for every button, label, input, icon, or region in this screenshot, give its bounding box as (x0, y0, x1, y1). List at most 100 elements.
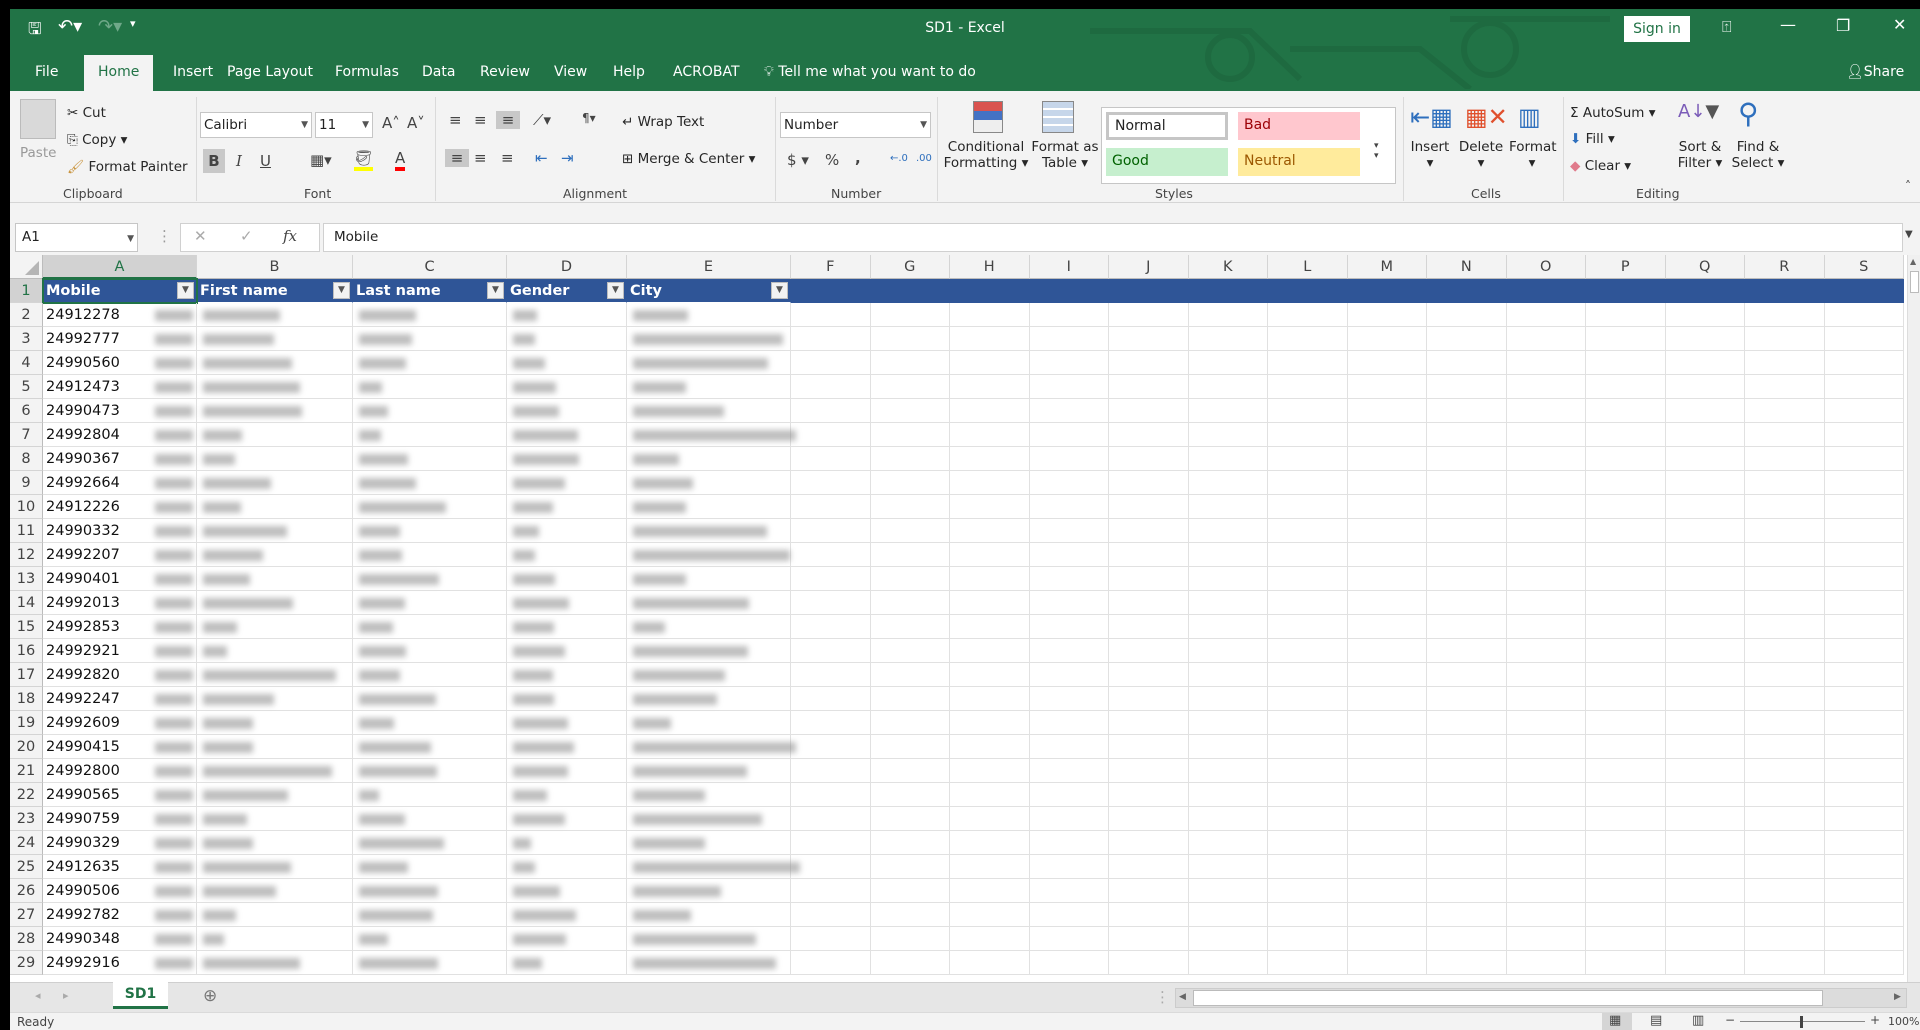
cell-m24[interactable] (1347, 831, 1427, 855)
fill-button[interactable]: ⬇ Fill ▾ (1570, 131, 1615, 147)
zoom-out-icon[interactable]: − (1725, 1013, 1735, 1027)
cell-j15[interactable] (1109, 615, 1189, 639)
cell-k10[interactable] (1188, 495, 1268, 519)
cell-m15[interactable] (1347, 615, 1427, 639)
cell-h22[interactable] (950, 783, 1030, 807)
cell-e2[interactable] (627, 303, 791, 327)
row-header[interactable]: 19 (10, 711, 43, 735)
cell-d29[interactable] (507, 951, 627, 975)
worksheet-grid[interactable]: ABCDEFGHIJKLMNOPQRS 1 Mobile ▼ First name ▼ L… (10, 255, 1920, 982)
cell-j8[interactable] (1109, 447, 1189, 471)
sheet-tab-sd1[interactable]: SD1 (113, 982, 168, 1009)
cell-f25[interactable] (791, 855, 871, 879)
cell-a9[interactable]: 24992664 (43, 471, 197, 495)
cell-s9[interactable] (1824, 471, 1904, 495)
cell-k7[interactable] (1188, 423, 1268, 447)
paste-icon[interactable] (20, 99, 56, 139)
bold-button[interactable]: B (203, 149, 225, 173)
tab-help[interactable]: Help (613, 55, 645, 91)
cell-a21[interactable]: 24992800 (43, 759, 197, 783)
cell-c18[interactable] (353, 687, 507, 711)
cell-j5[interactable] (1109, 375, 1189, 399)
cell-e21[interactable] (627, 759, 791, 783)
align-center-icon[interactable]: ≡ (474, 149, 487, 167)
cell-l29[interactable] (1268, 951, 1348, 975)
cell-g12[interactable] (870, 543, 950, 567)
cell-p27[interactable] (1586, 903, 1666, 927)
cell-d26[interactable] (507, 879, 627, 903)
cell-k19[interactable] (1188, 711, 1268, 735)
cell-q27[interactable] (1665, 903, 1745, 927)
format-as-table-button[interactable]: Format as Table ▾ (1031, 139, 1099, 171)
cell-a26[interactable]: 24990506 (43, 879, 197, 903)
cell-a11[interactable]: 24990332 (43, 519, 197, 543)
cell-o6[interactable] (1506, 399, 1586, 423)
cell-e18[interactable] (627, 687, 791, 711)
cell-l5[interactable] (1268, 375, 1348, 399)
cell-n21[interactable] (1427, 759, 1507, 783)
cell-a20[interactable]: 24990415 (43, 735, 197, 759)
style-good[interactable]: Good (1106, 148, 1228, 176)
cell-o16[interactable] (1506, 639, 1586, 663)
cell-j13[interactable] (1109, 567, 1189, 591)
row-header[interactable]: 18 (10, 687, 43, 711)
cell-i2[interactable] (1029, 303, 1109, 327)
cell-k5[interactable] (1188, 375, 1268, 399)
drag-handle-icon[interactable]: ⋮ (157, 227, 172, 245)
cell-f15[interactable] (791, 615, 871, 639)
cell-g22[interactable] (870, 783, 950, 807)
cell-l14[interactable] (1268, 591, 1348, 615)
cell-g23[interactable] (870, 807, 950, 831)
cell-e27[interactable] (627, 903, 791, 927)
cell-o11[interactable] (1506, 519, 1586, 543)
cell-l18[interactable] (1268, 687, 1348, 711)
find-select-button[interactable]: Find & Select ▾ (1728, 139, 1788, 171)
cell-j4[interactable] (1109, 351, 1189, 375)
cell-p6[interactable] (1586, 399, 1666, 423)
cell-e22[interactable] (627, 783, 791, 807)
cell-m17[interactable] (1347, 663, 1427, 687)
cell-q23[interactable] (1665, 807, 1745, 831)
cell-q24[interactable] (1665, 831, 1745, 855)
cell-g25[interactable] (870, 855, 950, 879)
insert-function-button[interactable]: fx (283, 227, 297, 245)
cell-h9[interactable] (950, 471, 1030, 495)
cell-i20[interactable] (1029, 735, 1109, 759)
cell-g28[interactable] (870, 927, 950, 951)
cell-e23[interactable] (627, 807, 791, 831)
row-header[interactable]: 16 (10, 639, 43, 663)
cell-r19[interactable] (1745, 711, 1825, 735)
cell-b17[interactable] (197, 663, 353, 687)
cell-s24[interactable] (1824, 831, 1904, 855)
name-box[interactable]: A1 ▼ (15, 223, 138, 252)
cell-c14[interactable] (353, 591, 507, 615)
tell-me-search[interactable]: 💡︎ Tell me what you want to do (764, 55, 976, 91)
cell-p7[interactable] (1586, 423, 1666, 447)
cell-s16[interactable] (1824, 639, 1904, 663)
cell-a22[interactable]: 24990565 (43, 783, 197, 807)
cell-h19[interactable] (950, 711, 1030, 735)
cell-f6[interactable] (791, 399, 871, 423)
cell-i23[interactable] (1029, 807, 1109, 831)
cell-e20[interactable] (627, 735, 797, 759)
number-format-dropdown[interactable]: Number ▼ (780, 112, 931, 138)
cell-j28[interactable] (1109, 927, 1189, 951)
cell-f7[interactable] (791, 423, 871, 447)
cell-c11[interactable] (353, 519, 507, 543)
cell-q12[interactable] (1665, 543, 1745, 567)
cell-r6[interactable] (1745, 399, 1825, 423)
cell-l4[interactable] (1268, 351, 1348, 375)
cell-b22[interactable] (197, 783, 353, 807)
cell-h10[interactable] (950, 495, 1030, 519)
cell-p18[interactable] (1586, 687, 1666, 711)
cell-h14[interactable] (950, 591, 1030, 615)
column-header-d[interactable]: D (507, 255, 627, 279)
cell-e24[interactable] (627, 831, 791, 855)
cell-n27[interactable] (1427, 903, 1507, 927)
format-painter-button[interactable]: 🖌︎ Format Painter (67, 159, 188, 175)
cell-q8[interactable] (1665, 447, 1745, 471)
copy-button[interactable]: ⎘ Copy ▾ (67, 132, 127, 148)
cell-l11[interactable] (1268, 519, 1348, 543)
cell-r28[interactable] (1745, 927, 1825, 951)
cell-c16[interactable] (353, 639, 507, 663)
